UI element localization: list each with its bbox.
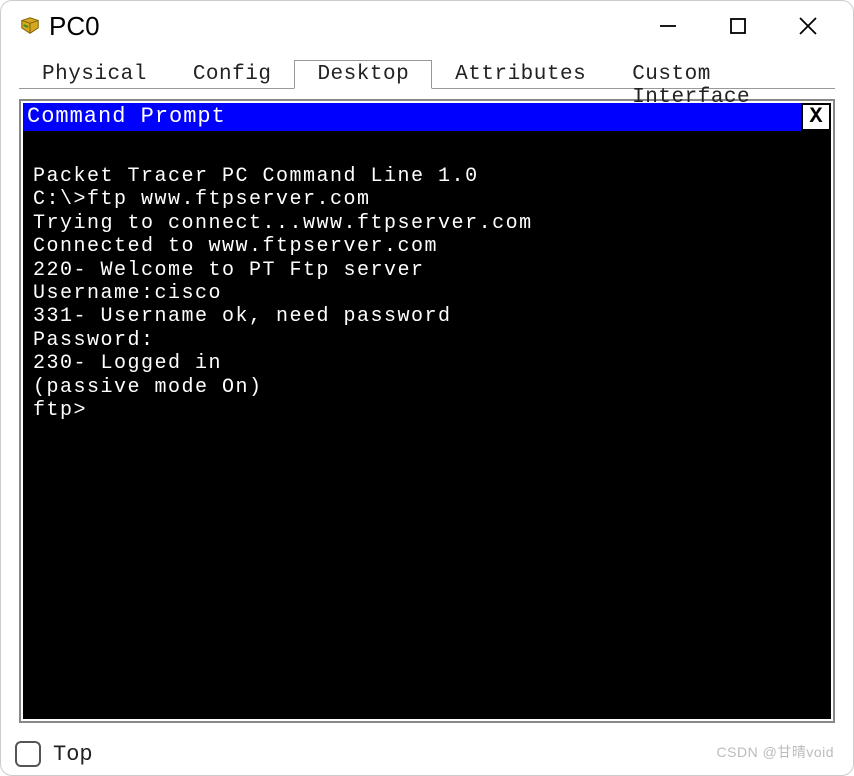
top-checkbox-label: Top bbox=[53, 742, 93, 767]
command-prompt-frame: Command Prompt X Packet Tracer PC Comman… bbox=[19, 99, 835, 723]
tab-physical[interactable]: Physical bbox=[19, 60, 170, 89]
tab-custom-interface[interactable]: Custom Interface bbox=[609, 60, 835, 89]
titlebar: PC0 bbox=[1, 1, 853, 51]
close-button[interactable] bbox=[773, 2, 843, 50]
minimize-button[interactable] bbox=[633, 2, 703, 50]
window-controls bbox=[633, 2, 843, 50]
tab-bar: Physical Config Desktop Attributes Custo… bbox=[19, 59, 835, 89]
watermark: CSDN @甘晴void bbox=[717, 742, 834, 762]
command-prompt-close-button[interactable]: X bbox=[801, 103, 831, 131]
tab-attributes[interactable]: Attributes bbox=[432, 60, 609, 89]
tab-config[interactable]: Config bbox=[170, 60, 295, 89]
app-window: PC0 Physical Config Desktop Attributes C… bbox=[0, 0, 854, 776]
window-title: PC0 bbox=[49, 11, 100, 42]
maximize-button[interactable] bbox=[703, 2, 773, 50]
terminal-output[interactable]: Packet Tracer PC Command Line 1.0 C:\>ft… bbox=[23, 131, 831, 719]
app-icon bbox=[19, 15, 41, 37]
top-checkbox[interactable] bbox=[15, 741, 41, 767]
content-area: Physical Config Desktop Attributes Custo… bbox=[1, 51, 853, 733]
tab-desktop[interactable]: Desktop bbox=[294, 60, 432, 89]
